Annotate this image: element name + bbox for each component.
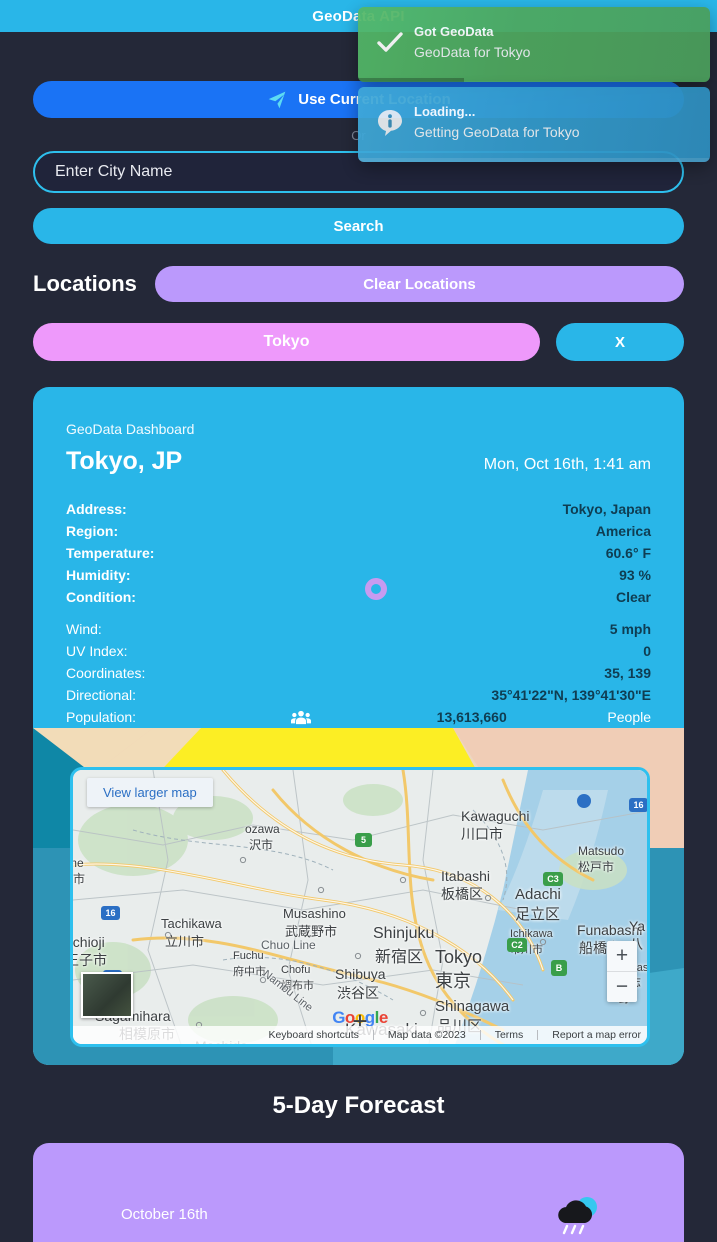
data-row-uv-index: UV Index: 0 [66,640,651,662]
map-zoom-in-button[interactable]: + [607,941,637,971]
data-row-condition: Condition: Clear [66,586,651,608]
toast-success[interactable]: Got GeoData GeoData for Tokyo [358,7,710,82]
toast-progress-bar [358,158,710,162]
data-row-key: Wind: [66,621,102,637]
footer-divider [479,1030,481,1040]
data-row-value: 35°41'22"N, 139°41'30"E [491,687,651,703]
search-button[interactable]: Search [33,208,684,244]
clear-locations-button[interactable]: Clear Locations [154,266,684,302]
route-badge-c3: C3 [543,872,563,886]
users-icon [266,710,336,725]
forecast-heading: 5-Day Forecast [272,1092,445,1119]
data-row-coordinates: Coordinates: 35, 139 [66,662,651,684]
data-row-directional: Directional: 35°41'22"N, 139°41'30"E [66,684,651,706]
map-attribution-footer: Keyboard shortcuts Map data ©2023 Terms … [73,1026,647,1044]
forecast-card: October 16th [33,1143,684,1242]
route-badge-16b: 16 [629,798,647,812]
data-row-value: 5 mph [609,621,651,637]
map-data-attribution: Map data ©2023 [387,1029,466,1041]
route-badge-b: B [551,960,567,976]
keyboard-shortcuts-link[interactable]: Keyboard shortcuts [268,1029,358,1041]
remove-location-label: X [614,333,625,351]
population-number: 13,613,660 [436,709,507,725]
app-root: GeoData API Use Current Location Or Sear… [0,0,717,1242]
dashboard-city-name: Tokyo, JP [66,447,183,475]
data-row-key: Region: [66,523,119,539]
data-row-humidity: Humidity: 93 % [66,564,651,586]
report-map-error-link[interactable]: Report a map error [552,1029,641,1041]
map-route-badges: 16 5 C3 16 20 C2 B [73,770,647,1044]
google-logo-letter: e [378,1008,388,1027]
data-row-key: Coordinates: [66,665,146,681]
data-row-value: 93 % [619,567,651,583]
route-badge-16: 16 [101,906,120,920]
toast-stack: Got GeoData GeoData for Tokyo Loading...… [358,7,710,162]
population-unit: People [607,709,651,725]
toast-success-body: Got GeoData GeoData for Tokyo [410,23,698,63]
rain-cloud-icon [553,1193,601,1242]
data-row-key: Directional: [66,687,137,703]
toast-title: Loading... [414,104,476,119]
data-row-key: Population: [66,709,137,725]
map-street-view-thumbnail[interactable] [81,972,133,1018]
data-row-region: Region: America [66,520,651,542]
data-row-value: 60.6° F [605,545,651,561]
route-badge-c2: C2 [507,938,527,952]
map-pin-marker [577,794,591,808]
locations-heading: Locations [33,271,137,296]
data-row-value: 35, 139 [604,665,651,681]
map-zoom-controls[interactable]: + − [607,941,637,1002]
location-chips-row: Tokyo X [33,323,684,361]
location-chip-label: Tokyo [263,333,310,350]
data-row-key: Condition: [66,589,136,605]
loading-spinner [365,578,387,600]
google-logo-letter: G [332,1008,345,1027]
clear-locations-label: Clear Locations [363,275,476,293]
forecast-date: October 16th [121,1206,208,1223]
map-embed[interactable]: Kawaguchi 川口市 Matsudo 松戸市 Itabashi 板橋区 A… [70,767,650,1047]
locations-row: Locations Clear Locations [33,266,684,302]
geodata-dashboard-card: GeoData Dashboard Tokyo, JP Mon, Oct 16t… [33,387,684,1065]
info-icon [370,109,410,137]
location-chip-tokyo[interactable]: Tokyo [33,323,540,361]
route-badge-5: 5 [355,833,372,847]
terms-link[interactable]: Terms [495,1029,524,1041]
data-row-population: Population: 13,613,660 People [66,706,651,728]
data-row-value: 0 [643,643,651,659]
dashboard-data-rows: Address: Tokyo, Japan Region: America Te… [66,498,651,728]
toast-message: Getting GeoData for Tokyo [414,124,580,140]
data-row-value: Clear [615,589,651,605]
data-row-value: Tokyo, Japan [562,501,651,517]
dashboard-body: GeoData Dashboard Tokyo, JP Mon, Oct 16t… [33,387,684,728]
data-row-key: Humidity: [66,567,131,583]
check-icon [370,32,410,54]
data-row-address: Address: Tokyo, Japan [66,498,651,520]
view-larger-map-button[interactable]: View larger map [87,778,213,807]
data-row-key: Temperature: [66,545,155,561]
data-row-wind: Wind: 5 mph [66,618,651,640]
toast-info[interactable]: Loading... Getting GeoData for Tokyo [358,87,710,162]
footer-divider [537,1030,539,1040]
location-arrow-icon [266,90,288,110]
search-button-label: Search [333,217,384,235]
map-zoom-out-button[interactable]: − [607,972,637,1002]
toast-progress-bar [358,78,464,82]
dashboard-header-row: Tokyo, JP Mon, Oct 16th, 1:41 am [66,447,651,476]
row-gap [66,608,651,618]
dashboard-eyebrow: GeoData Dashboard [66,421,195,437]
toast-title: Got GeoData [414,24,494,39]
data-row-value: America [595,523,651,539]
dashboard-datetime: Mon, Oct 16th, 1:41 am [483,456,651,473]
remove-location-button[interactable]: X [556,323,684,361]
footer-divider [372,1030,374,1040]
toast-message: GeoData for Tokyo [414,44,531,60]
data-row-key: Address: [66,501,127,517]
data-row-temperature: Temperature: 60.6° F [66,542,651,564]
data-row-key: UV Index: [66,643,128,659]
toast-info-body: Loading... Getting GeoData for Tokyo [410,103,698,143]
